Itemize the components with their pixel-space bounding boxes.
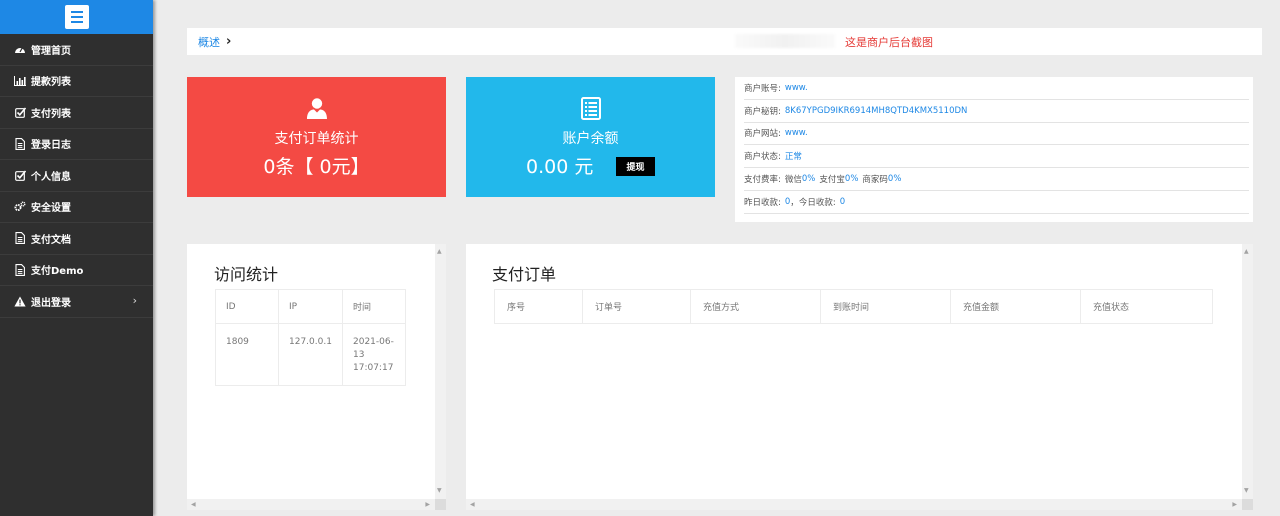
screenshot-note: 这是商户后台截图 [845,36,933,49]
info-row-secret-key: 商户秘钥: 8K67YPGD9IKR6914MH8QTD4KMX5110DN [744,100,1249,123]
vertical-scrollbar[interactable]: ▲ ▼ [1242,244,1253,510]
document-icon [14,263,26,276]
info-row-receipts: 昨日收款: 0， 今日收款: 0 [744,191,1249,214]
user-icon [306,97,328,122]
check-square-icon [14,169,26,181]
column-header: 充值状态 [1080,289,1213,324]
column-header: 序号 [494,289,583,324]
today-receipts-value: 0 [839,196,846,207]
sidebar-item-label: 安全设置 [31,203,71,215]
rate-alipay-label: 支付宝 [819,175,845,186]
orders-table: 序号 订单号 充值方式 到账时间 充值金额 充值状态 [494,289,1213,324]
breadcrumb-overview-link[interactable]: 概述 [198,34,220,50]
balance-card: 账户余额 0.00 元 [466,77,715,197]
scrollbar-corner [1242,499,1253,510]
check-square-icon [14,106,26,118]
sidebar-item-label: 登录日志 [31,140,71,152]
info-label: 商户账号: [744,83,781,94]
visit-table: ID IP 时间 1809 127.0.0.1 2021-06-13 17:07… [215,289,406,386]
bar-chart-icon [14,75,26,87]
sidebar-item-label: 提款列表 [31,77,71,89]
sidebar-item-payments[interactable]: 支付列表 [0,97,153,129]
info-value: 8K67YPGD9IKR6914MH8QTD4KMX5110DN [784,105,968,116]
column-header: 到账时间 [820,289,951,324]
balance-value: 0.00 元 [526,156,594,178]
sidebar-item-profile[interactable]: 个人信息 [0,160,153,192]
info-row-status: 商户状态: 正常 [744,145,1249,169]
info-value: www. [784,82,808,93]
info-row-website: 商户网站: www. [744,123,1249,146]
order-stats-title: 支付订单统计 [274,131,359,147]
column-header: 时间 [342,289,406,324]
sidebar-item-security[interactable]: 安全设置 [0,192,153,223]
vertical-scrollbar[interactable]: ▲ ▼ [435,244,446,510]
visit-stats-panel: 访问统计 ID IP 时间 1809 127.0.0.1 2021-06-13 … [187,244,446,510]
order-stats-card: 支付订单统计 0条【 0元】 [187,77,446,197]
sidebar-item-label: 管理首页 [31,45,71,57]
sidebar-item-label: 支付列表 [31,108,71,120]
horizontal-scrollbar[interactable]: ◀ ▶ [187,499,446,510]
warning-icon [14,295,26,307]
sidebar-item-login-log[interactable]: 登录日志 [0,129,153,160]
sidebar-item-label: 支付文档 [31,234,71,246]
info-label: 商户状态: [744,152,781,163]
chevron-right-icon: › [132,294,137,307]
table-header-row: ID IP 时间 [215,289,406,324]
gears-icon [14,201,26,213]
withdraw-button[interactable]: 提现 [616,157,655,176]
sidebar-item-payment-docs[interactable]: 支付文档 [0,223,153,255]
sidebar-header [0,0,153,34]
document-icon [14,232,26,245]
info-label: 商户秘钥: [744,106,781,117]
rate-alipay-value: 0% [844,174,859,185]
chevron-right-icon: › [226,34,232,49]
info-label: 商户网站: [744,129,781,140]
document-icon [14,137,26,150]
today-receipts-label: 今日收款: [798,197,836,208]
column-header: IP [278,289,343,324]
info-label: 昨日收款: [744,197,781,208]
sidebar-item-label: 退出登录 [31,297,71,309]
visit-stats-title: 访问统计 [214,265,279,284]
sidebar-item-label: 个人信息 [31,171,71,183]
scrollbar-corner [435,499,446,510]
dashboard-icon [14,43,26,55]
sidebar-item-withdrawals[interactable]: 提款列表 [0,66,153,97]
sidebar: 管理首页 提款列表 支付列表 登录日志 个人信息 安全设置 支付文档 支付Dem… [0,0,153,516]
merchant-info-panel: 商户账号: www. 商户秘钥: 8K67YPGD9IKR6914MH8QTD4… [735,77,1253,222]
menu-toggle-button[interactable] [64,5,89,29]
column-header: 充值方式 [690,289,821,324]
table-header-row: 序号 订单号 充值方式 到账时间 充值金额 充值状态 [494,289,1213,324]
column-header: ID [215,289,279,324]
table-row: 1809 127.0.0.1 2021-06-13 17:07:17 [215,323,406,386]
info-value: 正常 [784,152,802,163]
info-value: www. [784,128,808,139]
info-label: 支付费率: [744,175,781,186]
payment-orders-title: 支付订单 [492,265,557,284]
table-cell: 127.0.0.1 [278,323,343,386]
breadcrumb: 概述 › 这是商户后台截图 [187,28,1262,55]
rate-wechat-label: 微信 [784,175,802,186]
order-stats-value: 0条【 0元】 [263,156,370,178]
redacted-area [735,34,835,48]
horizontal-scrollbar[interactable]: ◀ ▶ [466,499,1253,510]
rate-wechat-value: 0% [801,174,816,185]
column-header: 充值金额 [950,289,1081,324]
sidebar-item-logout[interactable]: 退出登录 › [0,286,153,318]
info-row-account: 商户账号: www. [744,77,1249,100]
rate-merchant-code-label: 商家码 [862,175,888,186]
info-row-rates: 支付费率: 微信 0% 支付宝 0% 商家码 0% [744,168,1249,191]
sidebar-item-payment-demo[interactable]: 支付Demo [0,255,153,286]
sidebar-item-dashboard[interactable]: 管理首页 [0,34,153,66]
payment-orders-panel: 支付订单 序号 订单号 充值方式 到账时间 充值金额 充值状态 ▲ ▼ ◀ ▶ [466,244,1253,510]
table-cell: 2021-06-13 17:07:17 [342,323,406,386]
rate-merchant-code-value: 0% [887,174,902,185]
column-header: 订单号 [582,289,691,324]
list-icon [580,97,601,123]
hamburger-icon [70,11,83,13]
balance-title: 账户余额 [562,131,619,147]
table-cell: 1809 [215,323,279,386]
sidebar-item-label: 支付Demo [31,266,84,278]
